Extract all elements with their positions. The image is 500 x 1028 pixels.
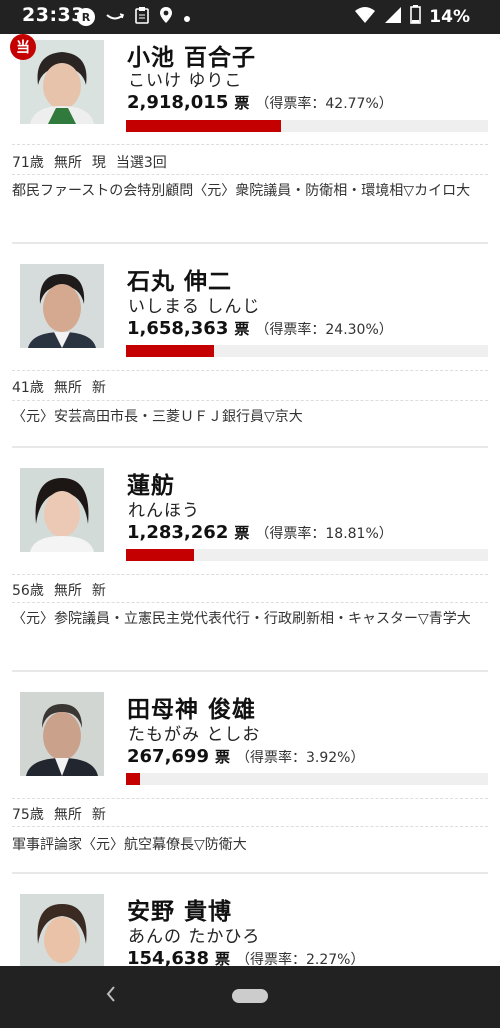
vote-count: 154,638	[127, 948, 209, 966]
vote-unit: 票	[234, 94, 250, 112]
vote-unit: 票	[234, 320, 250, 338]
vote-rate: （得票率：42.77%）	[255, 96, 393, 112]
card-divider	[12, 670, 488, 672]
candidate-kana: こいけ ゆりこ	[128, 71, 243, 91]
candidate-party: 無所	[53, 155, 82, 171]
candidate-career: 軍事評論家〈元〉航空幕僚長▽防衛大	[12, 837, 247, 853]
vote-unit: 票	[214, 950, 230, 966]
candidate-status: 新	[91, 380, 106, 396]
candidate-party: 無所	[53, 380, 82, 396]
vote-rate: （得票率：3.92%）	[236, 750, 365, 766]
battery-percent: 14%	[429, 7, 470, 27]
status-bar: 23:33 R 14%	[0, 0, 500, 34]
candidate-name: 蓮舫	[127, 473, 175, 499]
candidate-photo	[20, 468, 104, 552]
candidate-age: 56歳	[12, 583, 44, 599]
results-list[interactable]: 当 小池 百合子 こいけ ゆりこ 2,918,015 票 （得票率：42.77%…	[0, 34, 500, 966]
vote-unit: 票	[234, 524, 250, 542]
candidate-meta: 41歳 無所 新	[12, 377, 488, 397]
candidate-photo	[20, 692, 104, 776]
vote-share-bar	[126, 345, 488, 357]
dashed-separator	[12, 370, 488, 371]
candidate-age: 71歳	[12, 155, 44, 171]
vote-unit: 票	[214, 748, 230, 766]
vote-rate: （得票率：24.30%）	[255, 322, 393, 338]
vote-line: 154,638 票 （得票率：2.27%）	[127, 948, 364, 966]
card-divider	[12, 446, 488, 448]
candidate-name: 安野 貴博	[127, 899, 233, 925]
status-time: 23:33	[22, 4, 85, 26]
candidate-career: 都民ファーストの会特別顧問〈元〉衆院議員・防衛相・環境相▽カイロ大	[12, 183, 471, 199]
r-badge-icon: R	[77, 8, 95, 26]
vote-share-bar	[126, 549, 488, 561]
candidate-party: 無所	[53, 583, 82, 599]
vote-count: 267,699	[127, 746, 209, 767]
candidate-status: 現	[91, 155, 106, 171]
vote-line: 1,283,262 票 （得票率：18.81%）	[127, 522, 393, 543]
vote-share-bar	[126, 773, 488, 785]
candidate-party: 無所	[53, 807, 82, 823]
candidate-career: 〈元〉安芸高田市長・三菱ＵＦＪ銀行員▽京大	[12, 409, 303, 425]
dashed-separator	[12, 144, 488, 145]
vote-rate: （得票率：18.81%）	[255, 526, 393, 542]
card-divider	[12, 242, 488, 244]
candidate-age: 41歳	[12, 380, 44, 396]
candidate-photo	[20, 264, 104, 348]
candidate-age: 75歳	[12, 807, 44, 823]
vote-count: 2,918,015	[127, 92, 229, 113]
dashed-separator	[12, 826, 488, 827]
dashed-separator	[12, 174, 488, 175]
vote-line: 267,699 票 （得票率：3.92%）	[127, 746, 364, 767]
vote-rate: （得票率：2.27%）	[236, 952, 365, 966]
vote-share-fill	[126, 549, 195, 561]
candidate-status: 新	[91, 807, 106, 823]
candidate-career: 〈元〉参院議員・立憲民主党代表代行・行政刷新相・キャスター▽青学大	[12, 611, 471, 627]
location-icon	[159, 6, 173, 28]
card-divider	[12, 872, 488, 874]
dashed-separator	[12, 798, 488, 799]
candidate-name: 石丸 伸二	[127, 269, 233, 295]
vote-count: 1,283,262	[127, 522, 229, 543]
vote-share-fill	[126, 773, 141, 785]
back-chevron-icon[interactable]	[104, 984, 118, 1010]
candidate-kana: いしまる しんじ	[128, 297, 261, 317]
home-pill-icon[interactable]	[232, 989, 268, 1003]
candidate-meta: 71歳 無所 現 当選3回	[12, 152, 488, 172]
elected-badge: 当	[10, 34, 36, 60]
signal-icon	[384, 6, 402, 29]
vote-line: 1,658,363 票 （得票率：24.30%）	[127, 318, 393, 339]
candidate-meta: 56歳 無所 新	[12, 580, 488, 600]
vote-line: 2,918,015 票 （得票率：42.77%）	[127, 92, 393, 113]
system-icons: 14%	[354, 5, 470, 29]
dashed-separator	[12, 602, 488, 603]
clipboard-icon	[135, 6, 149, 28]
candidate-kana: れんほう	[128, 501, 200, 521]
candidate-kana: たもがみ としお	[128, 725, 261, 745]
candidate-meta: 75歳 無所 新	[12, 804, 488, 824]
battery-icon	[410, 5, 422, 29]
candidate-elected-count: 当選3回	[115, 155, 167, 171]
vote-count: 1,658,363	[127, 318, 229, 339]
dashed-separator	[12, 400, 488, 401]
vote-share-fill	[126, 120, 281, 132]
candidate-name: 田母神 俊雄	[127, 697, 257, 723]
vote-share-fill	[126, 345, 214, 357]
amazon-icon	[105, 8, 125, 27]
navigation-bar	[0, 966, 500, 1028]
notification-icons: R	[77, 6, 191, 28]
candidate-photo	[20, 894, 104, 966]
wifi-icon	[354, 6, 376, 29]
candidate-status: 新	[91, 583, 106, 599]
dot-icon	[183, 8, 191, 27]
dashed-separator	[12, 574, 488, 575]
vote-share-bar	[126, 120, 488, 132]
candidate-kana: あんの たかひろ	[128, 927, 261, 947]
